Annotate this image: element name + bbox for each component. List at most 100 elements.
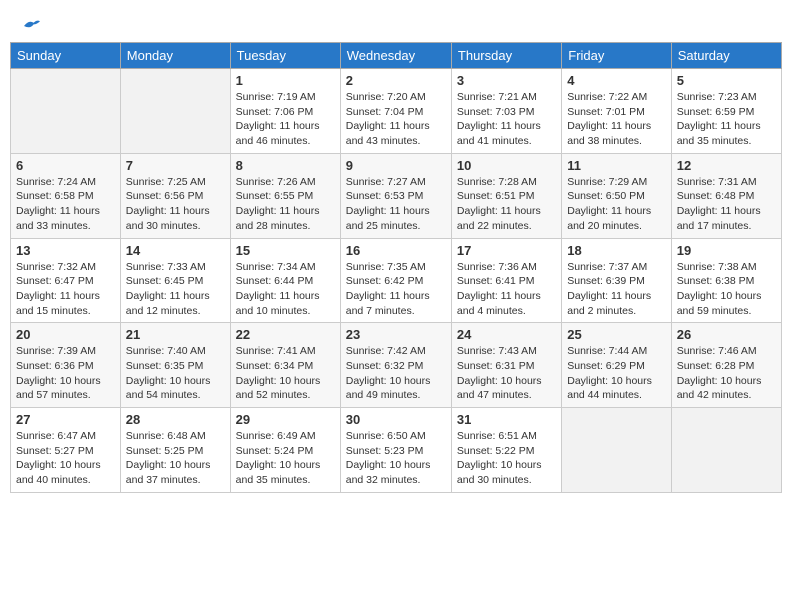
daylight-text: Daylight: 11 hours and 33 minutes. (16, 204, 115, 233)
daylight-text: Daylight: 10 hours and 59 minutes. (677, 289, 776, 318)
day-info: Sunrise: 7:36 AMSunset: 6:41 PMDaylight:… (457, 260, 556, 319)
day-number: 21 (126, 327, 225, 342)
sunrise-text: Sunrise: 7:32 AM (16, 260, 115, 275)
sunrise-text: Sunrise: 7:41 AM (236, 344, 335, 359)
day-number: 24 (457, 327, 556, 342)
calendar-cell: 8Sunrise: 7:26 AMSunset: 6:55 PMDaylight… (230, 153, 340, 238)
daylight-text: Daylight: 11 hours and 17 minutes. (677, 204, 776, 233)
calendar-cell: 15Sunrise: 7:34 AMSunset: 6:44 PMDayligh… (230, 238, 340, 323)
calendar-cell: 6Sunrise: 7:24 AMSunset: 6:58 PMDaylight… (11, 153, 121, 238)
day-info: Sunrise: 6:47 AMSunset: 5:27 PMDaylight:… (16, 429, 115, 488)
daylight-text: Daylight: 11 hours and 7 minutes. (346, 289, 446, 318)
day-number: 2 (346, 73, 446, 88)
day-number: 20 (16, 327, 115, 342)
day-info: Sunrise: 7:43 AMSunset: 6:31 PMDaylight:… (457, 344, 556, 403)
sunset-text: Sunset: 5:27 PM (16, 444, 115, 459)
sunset-text: Sunset: 6:29 PM (567, 359, 665, 374)
daylight-text: Daylight: 10 hours and 32 minutes. (346, 458, 446, 487)
sunset-text: Sunset: 6:45 PM (126, 274, 225, 289)
sunrise-text: Sunrise: 7:33 AM (126, 260, 225, 275)
sunrise-text: Sunrise: 7:34 AM (236, 260, 335, 275)
sunrise-text: Sunrise: 6:48 AM (126, 429, 225, 444)
daylight-text: Daylight: 11 hours and 30 minutes. (126, 204, 225, 233)
calendar-cell: 1 Sunrise: 7:19 AMSunset: 7:06 PMDaylight… (230, 69, 340, 154)
day-info: Sunrise: 7:29 AMSunset: 6:50 PMDaylight:… (567, 175, 665, 234)
sunrise-text: Sunrise: 7:26 AM (236, 175, 335, 190)
week-row-5: 27 Sunrise: 6:47 AMSunset: 5:27 PMDayligh… (11, 408, 782, 493)
day-number: 1 (236, 73, 335, 88)
sunrise-text: Sunrise: 7:42 AM (346, 344, 446, 359)
sunset-text: Sunset: 6:47 PM (16, 274, 115, 289)
day-info: Sunrise: 7:24 AMSunset: 6:58 PMDaylight:… (16, 175, 115, 234)
week-row-3: 13Sunrise: 7:32 AMSunset: 6:47 PMDayligh… (11, 238, 782, 323)
calendar-cell (120, 69, 230, 154)
day-info: Sunrise: 7:20 AMSunset: 7:04 PMDaylight:… (346, 90, 446, 149)
day-number: 13 (16, 243, 115, 258)
daylight-text: Daylight: 10 hours and 52 minutes. (236, 374, 335, 403)
sunrise-text: Sunrise: 7:35 AM (346, 260, 446, 275)
calendar-cell: 29 Sunrise: 6:49 AMSunset: 5:24 PMDayligh… (230, 408, 340, 493)
calendar-cell: 21Sunrise: 7:40 AMSunset: 6:35 PMDayligh… (120, 323, 230, 408)
sunrise-text: Sunrise: 7:38 AM (677, 260, 776, 275)
calendar-cell: 20 Sunrise: 7:39 AMSunset: 6:36 PMDayligh… (11, 323, 121, 408)
calendar-cell (671, 408, 781, 493)
calendar-cell: 9Sunrise: 7:27 AMSunset: 6:53 PMDaylight… (340, 153, 451, 238)
sunset-text: Sunset: 7:03 PM (457, 105, 556, 120)
day-info: Sunrise: 7:28 AMSunset: 6:51 PMDaylight:… (457, 175, 556, 234)
sunset-text: Sunset: 6:39 PM (567, 274, 665, 289)
day-info: Sunrise: 7:25 AMSunset: 6:56 PMDaylight:… (126, 175, 225, 234)
calendar-cell: 7Sunrise: 7:25 AMSunset: 6:56 PMDaylight… (120, 153, 230, 238)
day-number: 10 (457, 158, 556, 173)
daylight-text: Daylight: 10 hours and 40 minutes. (16, 458, 115, 487)
sunrise-text: Sunrise: 7:19 AM (236, 90, 335, 105)
day-number: 11 (567, 158, 665, 173)
daylight-text: Daylight: 11 hours and 43 minutes. (346, 119, 446, 148)
sunset-text: Sunset: 6:48 PM (677, 189, 776, 204)
day-info: Sunrise: 7:44 AMSunset: 6:29 PMDaylight:… (567, 344, 665, 403)
daylight-text: Daylight: 10 hours and 37 minutes. (126, 458, 225, 487)
sunrise-text: Sunrise: 7:22 AM (567, 90, 665, 105)
daylight-text: Daylight: 10 hours and 30 minutes. (457, 458, 556, 487)
day-info: Sunrise: 6:49 AMSunset: 5:24 PMDaylight:… (236, 429, 335, 488)
day-number: 28 (126, 412, 225, 427)
day-info: Sunrise: 7:32 AMSunset: 6:47 PMDaylight:… (16, 260, 115, 319)
daylight-text: Daylight: 11 hours and 35 minutes. (677, 119, 776, 148)
sunrise-text: Sunrise: 6:49 AM (236, 429, 335, 444)
sunset-text: Sunset: 6:38 PM (677, 274, 776, 289)
day-info: Sunrise: 7:39 AMSunset: 6:36 PMDaylight:… (16, 344, 115, 403)
day-info: Sunrise: 7:38 AMSunset: 6:38 PMDaylight:… (677, 260, 776, 319)
day-number: 8 (236, 158, 335, 173)
day-number: 19 (677, 243, 776, 258)
daylight-text: Daylight: 11 hours and 2 minutes. (567, 289, 665, 318)
day-number: 15 (236, 243, 335, 258)
daylight-text: Daylight: 11 hours and 20 minutes. (567, 204, 665, 233)
day-info: Sunrise: 7:27 AMSunset: 6:53 PMDaylight:… (346, 175, 446, 234)
day-number: 26 (677, 327, 776, 342)
sunrise-text: Sunrise: 6:51 AM (457, 429, 556, 444)
day-info: Sunrise: 6:50 AMSunset: 5:23 PMDaylight:… (346, 429, 446, 488)
logo-bird-icon (22, 18, 42, 34)
daylight-text: Daylight: 11 hours and 12 minutes. (126, 289, 225, 318)
calendar-cell: 13 Sunrise: 7:32 AMSunset: 6:47 PMDayligh… (11, 238, 121, 323)
calendar-cell: 27 Sunrise: 6:47 AMSunset: 5:27 PMDayligh… (11, 408, 121, 493)
day-header-friday: Friday (562, 43, 671, 69)
sunset-text: Sunset: 7:06 PM (236, 105, 335, 120)
day-info: Sunrise: 7:19 AMSunset: 7:06 PMDaylight:… (236, 90, 335, 149)
sunset-text: Sunset: 6:31 PM (457, 359, 556, 374)
sunset-text: Sunset: 6:34 PM (236, 359, 335, 374)
day-number: 27 (16, 412, 115, 427)
day-info: Sunrise: 7:46 AMSunset: 6:28 PMDaylight:… (677, 344, 776, 403)
day-info: Sunrise: 7:23 AMSunset: 6:59 PMDaylight:… (677, 90, 776, 149)
day-info: Sunrise: 7:21 AMSunset: 7:03 PMDaylight:… (457, 90, 556, 149)
sunset-text: Sunset: 6:36 PM (16, 359, 115, 374)
sunset-text: Sunset: 7:04 PM (346, 105, 446, 120)
daylight-text: Daylight: 11 hours and 4 minutes. (457, 289, 556, 318)
day-number: 16 (346, 243, 446, 258)
sunset-text: Sunset: 6:58 PM (16, 189, 115, 204)
sunset-text: Sunset: 5:22 PM (457, 444, 556, 459)
day-header-monday: Monday (120, 43, 230, 69)
calendar-cell: 12Sunrise: 7:31 AMSunset: 6:48 PMDayligh… (671, 153, 781, 238)
sunrise-text: Sunrise: 7:46 AM (677, 344, 776, 359)
sunset-text: Sunset: 6:56 PM (126, 189, 225, 204)
day-number: 29 (236, 412, 335, 427)
